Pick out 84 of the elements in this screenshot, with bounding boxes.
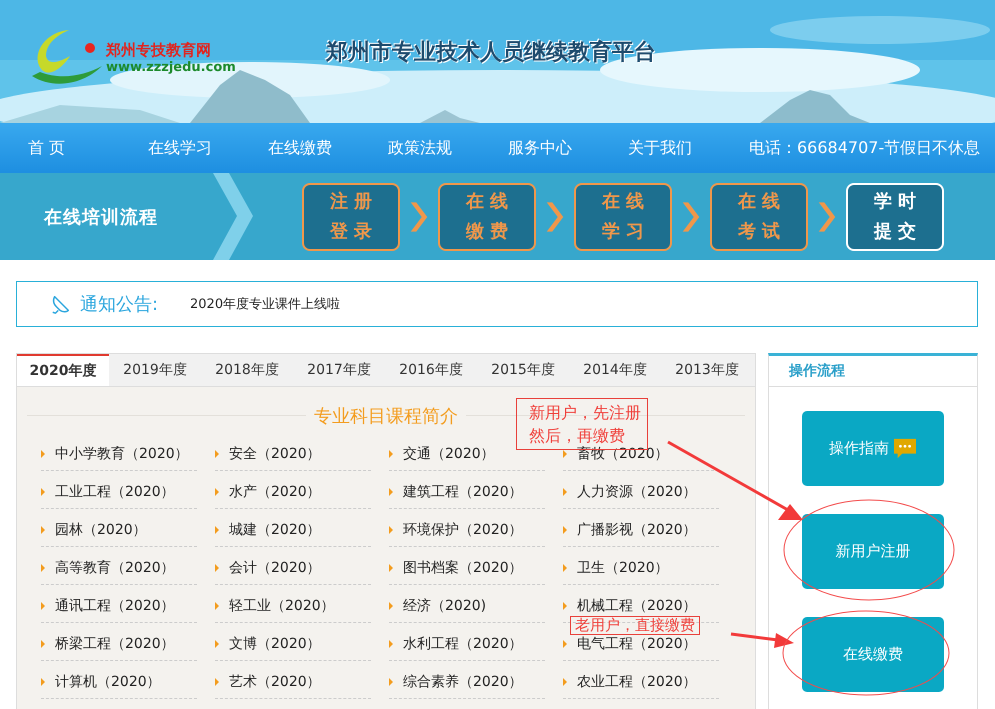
bullet-icon bbox=[215, 564, 219, 572]
chat-bubble-icon bbox=[893, 438, 917, 460]
chevron-icon bbox=[544, 200, 566, 234]
bullet-icon bbox=[389, 640, 393, 648]
bullet-icon bbox=[563, 564, 567, 572]
annotation-note: 老用户，直接缴费 bbox=[570, 616, 700, 635]
bullet-icon bbox=[215, 640, 219, 648]
bullet-icon bbox=[389, 526, 393, 534]
process-label: 在线培训流程 bbox=[44, 206, 158, 228]
bullet-icon bbox=[41, 678, 45, 686]
annotation-arrow bbox=[730, 632, 794, 648]
year-tab[interactable]: 2013年度 bbox=[661, 354, 753, 386]
course-link[interactable]: 交通（2020） bbox=[403, 445, 495, 463]
process-step: 学时 提交 bbox=[846, 182, 944, 250]
bullet-icon bbox=[215, 488, 219, 496]
process-step: 在线 考试 bbox=[710, 182, 808, 250]
bullet-icon bbox=[563, 678, 567, 686]
year-tab[interactable]: 2020年度 bbox=[17, 354, 109, 386]
course-link[interactable]: 艺术（2020） bbox=[229, 673, 321, 691]
course-link[interactable]: 水利工程（2020） bbox=[403, 635, 523, 653]
phone-text: 电话：66684707-节假日不休息 bbox=[749, 138, 980, 158]
process-step: 注册 登录 bbox=[302, 182, 400, 250]
section-heading: 专业科目课程简介 bbox=[306, 404, 466, 428]
year-tab[interactable]: 2014年度 bbox=[569, 354, 661, 386]
bullet-icon bbox=[389, 564, 393, 572]
bullet-icon bbox=[563, 526, 567, 534]
course-link[interactable]: 城建（2020） bbox=[229, 521, 321, 539]
bullet-icon bbox=[563, 640, 567, 648]
course-link[interactable]: 建筑工程（2020） bbox=[403, 483, 523, 501]
year-tab[interactable]: 2016年度 bbox=[385, 354, 477, 386]
course-link[interactable]: 卫生（2020） bbox=[577, 559, 669, 577]
bullet-icon bbox=[41, 564, 45, 572]
course-link[interactable]: 电气工程（2020） bbox=[577, 635, 697, 653]
course-link[interactable]: 工业工程（2020） bbox=[55, 483, 175, 501]
course-link[interactable]: 文博（2020） bbox=[229, 635, 321, 653]
course-link[interactable]: 图书档案（2020） bbox=[403, 559, 523, 577]
course-link[interactable]: 综合素养（2020） bbox=[403, 673, 523, 691]
bullet-icon bbox=[389, 488, 393, 496]
bullet-icon bbox=[389, 602, 393, 610]
bullet-icon bbox=[389, 450, 393, 458]
bullet-icon bbox=[215, 678, 219, 686]
bullet-icon bbox=[389, 678, 393, 686]
chevron-icon bbox=[213, 173, 253, 260]
course-link[interactable]: 广播影视（2020） bbox=[577, 521, 697, 539]
panel-title: 操作流程 bbox=[769, 356, 977, 387]
bullet-icon bbox=[215, 526, 219, 534]
notice-text: 2020年度专业课件上线啦 bbox=[190, 296, 340, 313]
notice-label: 通知公告: bbox=[80, 293, 160, 316]
course-link[interactable]: 经济（2020) bbox=[403, 597, 486, 615]
bullet-icon bbox=[215, 602, 219, 610]
course-link[interactable]: 轻工业（2020） bbox=[229, 597, 335, 615]
process-step: 在线 缴费 bbox=[438, 182, 536, 250]
course-link[interactable]: 安全（2020） bbox=[229, 445, 321, 463]
year-tab[interactable]: 2015年度 bbox=[477, 354, 569, 386]
process-step: 在线 学习 bbox=[574, 182, 672, 250]
bullet-icon bbox=[41, 602, 45, 610]
course-link[interactable]: 计算机（2020） bbox=[55, 673, 161, 691]
bullet-icon bbox=[563, 602, 567, 610]
course-link[interactable]: 园林（2020） bbox=[55, 521, 147, 539]
course-link[interactable]: 水产（2020） bbox=[229, 483, 321, 501]
course-link[interactable]: 中小学教育（2020） bbox=[55, 445, 189, 463]
bullet-icon bbox=[215, 450, 219, 458]
course-link[interactable]: 高等教育（2020） bbox=[55, 559, 175, 577]
course-link[interactable]: 环境保护（2020） bbox=[403, 521, 523, 539]
bullet-icon bbox=[41, 450, 45, 458]
chevron-icon bbox=[816, 200, 838, 234]
bullet-icon bbox=[41, 526, 45, 534]
course-link[interactable]: 桥梁工程（2020） bbox=[55, 635, 175, 653]
bullet-icon bbox=[563, 488, 567, 496]
site-name: 郑州专技教育网 bbox=[106, 40, 212, 60]
chevron-icon bbox=[408, 200, 430, 234]
course-link[interactable]: 会计（2020） bbox=[229, 559, 321, 577]
megaphone-icon bbox=[50, 293, 72, 315]
course-link[interactable]: 农业工程（2020） bbox=[577, 673, 697, 691]
year-tab[interactable]: 2017年度 bbox=[293, 354, 385, 386]
course-link[interactable]: 人力资源（2020） bbox=[577, 483, 697, 501]
chevron-icon bbox=[680, 200, 702, 234]
year-tab[interactable]: 2018年度 bbox=[201, 354, 293, 386]
course-link[interactable]: 机械工程（2020） bbox=[577, 597, 697, 615]
bullet-icon bbox=[563, 450, 567, 458]
course-link[interactable]: 通讯工程（2020） bbox=[55, 597, 175, 615]
bullet-icon bbox=[41, 488, 45, 496]
year-tab[interactable]: 2019年度 bbox=[109, 354, 201, 386]
bullet-icon bbox=[41, 640, 45, 648]
